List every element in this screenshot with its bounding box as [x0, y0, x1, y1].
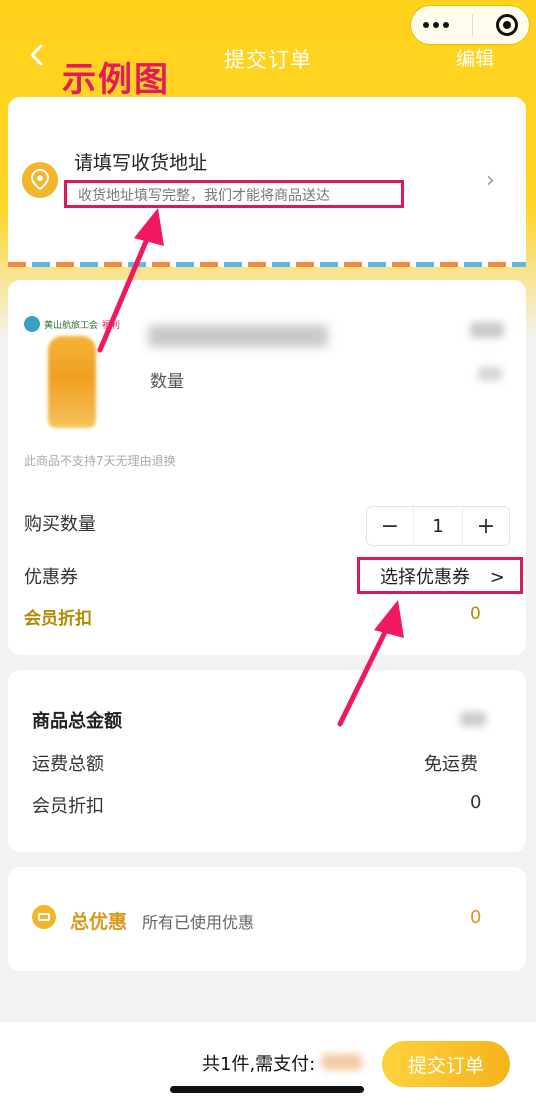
product-image — [48, 336, 96, 428]
member-discount-label: 会员折扣 — [24, 609, 92, 629]
total-discount-title: 总优惠 — [70, 911, 128, 933]
coupon-label: 优惠券 — [24, 567, 78, 588]
home-indicator — [170, 1086, 364, 1093]
total-discount-subtitle: 所有已使用优惠 — [142, 913, 255, 932]
no-return-note: 此商品不支持7天无理由退换 — [24, 454, 176, 468]
member-discount-value: 0 — [470, 604, 481, 624]
chevron-right-icon: > — [489, 567, 505, 588]
shipping-total-label: 运费总额 — [32, 754, 104, 775]
totals-member-discount-value: 0 — [470, 792, 482, 813]
product-price-redacted — [470, 322, 504, 338]
address-divider-stripe — [8, 262, 526, 267]
product-name-redacted — [148, 325, 328, 347]
shop-name: 黄山航旅工会 — [44, 321, 99, 331]
close-mini-program-icon[interactable] — [495, 14, 518, 36]
purchase-quantity-label: 购买数量 — [24, 514, 96, 535]
quantity-stepper: − 1 + — [366, 506, 510, 546]
more-menu-icon[interactable] — [422, 22, 449, 28]
goods-total-label: 商品总金额 — [32, 711, 122, 732]
shop-tag: 福利 — [102, 321, 121, 331]
chevron-right-icon: › — [486, 168, 495, 193]
edit-button[interactable]: 编辑 — [456, 44, 494, 71]
product-quantity-label: 数量 — [150, 372, 184, 392]
payment-amount-redacted — [322, 1054, 362, 1070]
total-discount-value: 0 — [470, 907, 482, 928]
quantity-decrease-button[interactable]: − — [367, 507, 413, 545]
address-title: 请填写收货地址 — [74, 152, 208, 174]
address-hint: 收货地址填写完整，我们才能将商品送达 — [78, 188, 330, 204]
totals-member-discount-label: 会员折扣 — [32, 796, 104, 817]
payment-summary: 共1件,需支付: — [202, 1054, 316, 1075]
capsule-divider — [471, 14, 473, 36]
ticket-icon — [32, 905, 56, 929]
shop-logo — [24, 316, 40, 332]
select-coupon-label: 选择优惠券 — [380, 567, 470, 588]
select-coupon-button[interactable]: 选择优惠券 > — [380, 563, 505, 589]
quantity-increase-button[interactable]: + — [463, 507, 509, 545]
quantity-value[interactable]: 1 — [413, 507, 463, 545]
submit-order-button[interactable]: 提交订单 — [382, 1041, 510, 1087]
product-quantity-redacted — [478, 367, 502, 381]
sample-image-label: 示例图 — [62, 60, 170, 100]
goods-total-redacted — [460, 712, 486, 726]
mini-program-capsule — [410, 5, 530, 45]
location-pin-icon — [22, 162, 58, 198]
shipping-total-value: 免运费 — [424, 754, 478, 775]
